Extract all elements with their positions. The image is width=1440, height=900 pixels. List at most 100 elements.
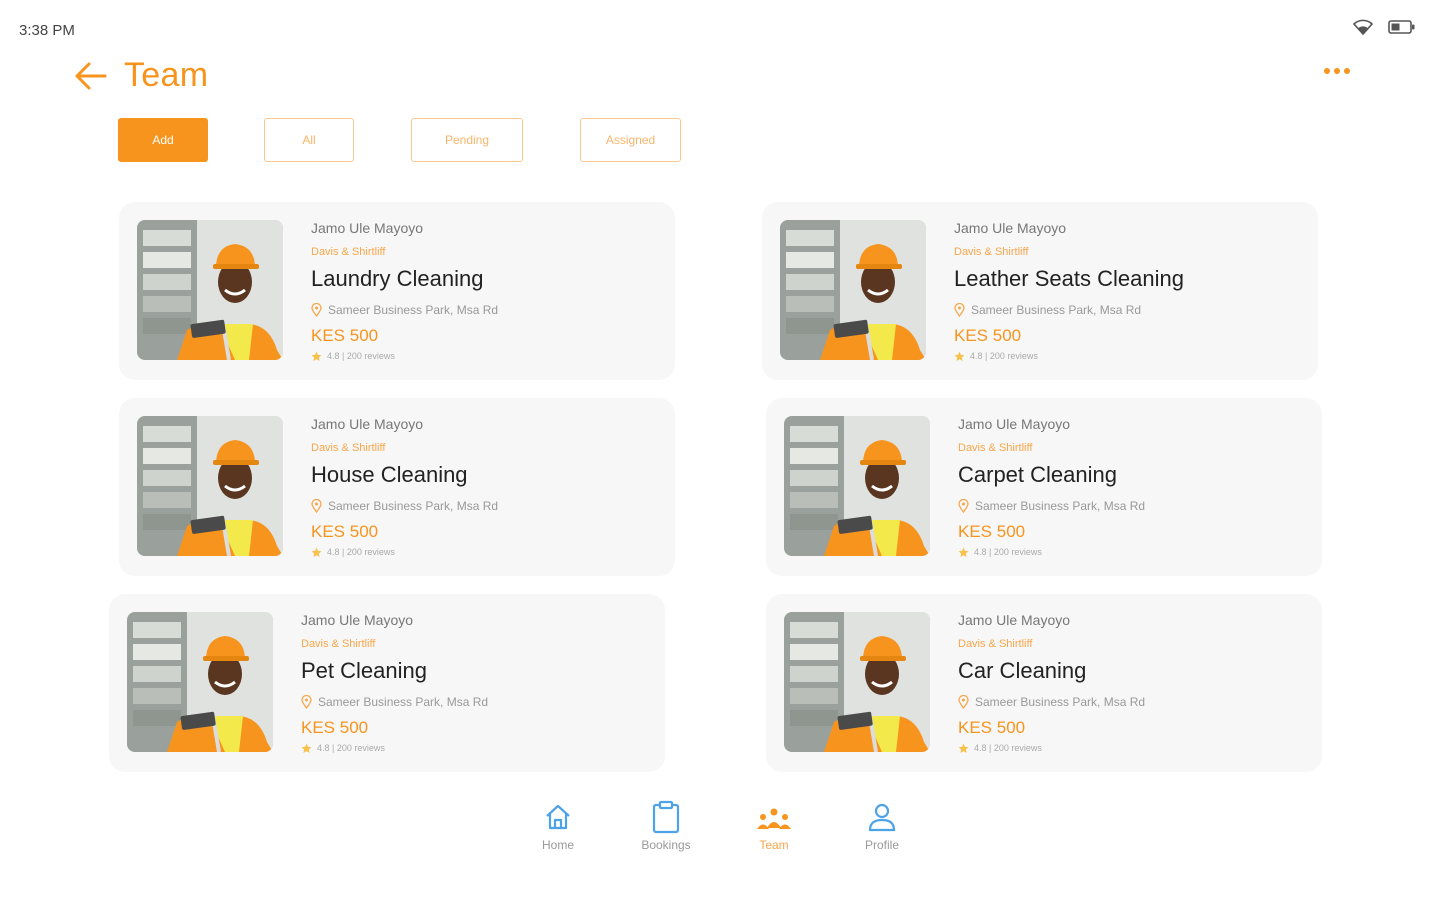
card-location-text: Sameer Business Park, Msa Rd — [971, 303, 1142, 317]
team-card[interactable]: Jamo Ule Mayoyo Davis & Shirtliff Leathe… — [762, 202, 1318, 380]
nav-item-home[interactable]: Home — [518, 800, 598, 852]
wifi-icon — [1352, 18, 1374, 41]
star-icon — [311, 547, 322, 557]
card-body: Jamo Ule Mayoyo Davis & Shirtliff Carpet… — [958, 416, 1308, 558]
clipboard-icon — [652, 800, 680, 834]
card-person-name: Jamo Ule Mayoyo — [958, 612, 1071, 628]
card-rating-text: 4.8 | 200 reviews — [327, 351, 395, 361]
card-price: KES 500 — [954, 326, 1022, 345]
location-pin-icon — [958, 499, 969, 513]
filter-bar: Add All Pending Assigned — [0, 118, 1440, 164]
card-location: Sameer Business Park, Msa Rd — [311, 302, 661, 318]
card-location-text: Sameer Business Park, Msa Rd — [975, 695, 1146, 709]
arrow-left-icon — [75, 62, 107, 90]
card-image — [784, 416, 930, 556]
team-icon — [757, 808, 791, 829]
worker-photo — [137, 416, 283, 556]
card-rating: 4.8 | 200 reviews — [311, 350, 661, 362]
card-company: Davis & Shirtliff — [954, 246, 1029, 258]
card-price: KES 500 — [311, 522, 379, 541]
card-location: Sameer Business Park, Msa Rd — [958, 498, 1308, 514]
worker-photo — [137, 220, 283, 360]
card-body: Jamo Ule Mayoyo Davis & Shirtliff House … — [311, 416, 661, 558]
star-icon — [954, 351, 965, 361]
team-card[interactable]: Jamo Ule Mayoyo Davis & Shirtliff Car Cl… — [766, 594, 1322, 772]
dot-icon — [1324, 68, 1330, 74]
filter-add-button[interactable]: Add — [118, 118, 208, 162]
card-image — [127, 612, 273, 752]
card-person-name: Jamo Ule Mayoyo — [301, 612, 414, 628]
card-company: Davis & Shirtliff — [301, 638, 376, 650]
card-company: Davis & Shirtliff — [311, 442, 386, 454]
card-image — [137, 220, 283, 360]
card-rating: 4.8 | 200 reviews — [954, 350, 1304, 362]
location-pin-icon — [311, 499, 322, 513]
card-body: Jamo Ule Mayoyo Davis & Shirtliff Pet Cl… — [301, 612, 651, 754]
card-service-title: Pet Cleaning — [301, 658, 427, 683]
worker-photo — [127, 612, 273, 752]
card-rating-text: 4.8 | 200 reviews — [317, 743, 385, 753]
card-rating-text: 4.8 | 200 reviews — [327, 547, 395, 557]
page-title: Team — [124, 56, 209, 94]
card-rating-text: 4.8 | 200 reviews — [970, 351, 1038, 361]
nav-label-profile: Profile — [864, 838, 899, 852]
team-card[interactable]: Jamo Ule Mayoyo Davis & Shirtliff Carpet… — [766, 398, 1322, 576]
worker-photo — [784, 416, 930, 556]
location-pin-icon — [301, 695, 312, 709]
card-image — [784, 612, 930, 752]
card-rating-text: 4.8 | 200 reviews — [974, 547, 1042, 557]
dot-icon — [1334, 68, 1340, 74]
card-person-name: Jamo Ule Mayoyo — [958, 416, 1071, 432]
card-body: Jamo Ule Mayoyo Davis & Shirtliff Car Cl… — [958, 612, 1308, 754]
filter-assigned-button[interactable]: Assigned — [580, 118, 681, 162]
card-service-title: Leather Seats Cleaning — [954, 266, 1184, 291]
card-location-text: Sameer Business Park, Msa Rd — [328, 499, 499, 513]
star-icon — [301, 743, 312, 753]
star-icon — [958, 743, 969, 753]
card-body: Jamo Ule Mayoyo Davis & Shirtliff Leathe… — [954, 220, 1304, 362]
card-location: Sameer Business Park, Msa Rd — [954, 302, 1304, 318]
card-location: Sameer Business Park, Msa Rd — [958, 694, 1308, 710]
card-company: Davis & Shirtliff — [958, 638, 1033, 650]
back-button[interactable] — [72, 58, 108, 94]
location-pin-icon — [958, 695, 969, 709]
card-price: KES 500 — [958, 522, 1026, 541]
team-card[interactable]: Jamo Ule Mayoyo Davis & Shirtliff Pet Cl… — [109, 594, 665, 772]
status-time: 3:38 PM — [19, 22, 75, 39]
card-service-title: Carpet Cleaning — [958, 462, 1117, 487]
card-price: KES 500 — [301, 718, 369, 737]
card-price: KES 500 — [311, 326, 379, 345]
location-pin-icon — [954, 303, 965, 317]
star-icon — [311, 351, 322, 361]
card-body: Jamo Ule Mayoyo Davis & Shirtliff Laundr… — [311, 220, 661, 362]
filter-all-button[interactable]: All — [264, 118, 354, 162]
card-service-title: Car Cleaning — [958, 658, 1087, 683]
nav-label-bookings: Bookings — [641, 838, 691, 852]
card-location-text: Sameer Business Park, Msa Rd — [328, 303, 499, 317]
dot-icon — [1344, 68, 1350, 74]
home-icon — [546, 804, 570, 830]
team-card[interactable]: Jamo Ule Mayoyo Davis & Shirtliff Laundr… — [119, 202, 675, 380]
card-service-title: Laundry Cleaning — [311, 266, 484, 291]
card-location: Sameer Business Park, Msa Rd — [301, 694, 651, 710]
profile-icon — [868, 803, 896, 832]
card-rating: 4.8 | 200 reviews — [311, 546, 661, 558]
filter-pending-button[interactable]: Pending — [411, 118, 523, 162]
card-location-text: Sameer Business Park, Msa Rd — [975, 499, 1146, 513]
bottom-nav: Home Bookings Team Profile — [0, 800, 1440, 860]
more-options-button[interactable] — [1324, 68, 1350, 74]
nav-label-home: Home — [541, 838, 574, 852]
nav-item-team[interactable]: Team — [734, 800, 814, 852]
card-image — [780, 220, 926, 360]
card-company: Davis & Shirtliff — [958, 442, 1033, 454]
nav-label-team: Team — [759, 838, 789, 852]
card-rating: 4.8 | 200 reviews — [301, 742, 651, 754]
card-person-name: Jamo Ule Mayoyo — [311, 416, 424, 432]
card-rating-text: 4.8 | 200 reviews — [974, 743, 1042, 753]
team-card[interactable]: Jamo Ule Mayoyo Davis & Shirtliff House … — [119, 398, 675, 576]
card-company: Davis & Shirtliff — [311, 246, 386, 258]
card-service-title: House Cleaning — [311, 462, 468, 487]
app-header: Team — [0, 54, 1440, 98]
nav-item-profile[interactable]: Profile — [842, 800, 922, 852]
nav-item-bookings[interactable]: Bookings — [626, 800, 706, 852]
